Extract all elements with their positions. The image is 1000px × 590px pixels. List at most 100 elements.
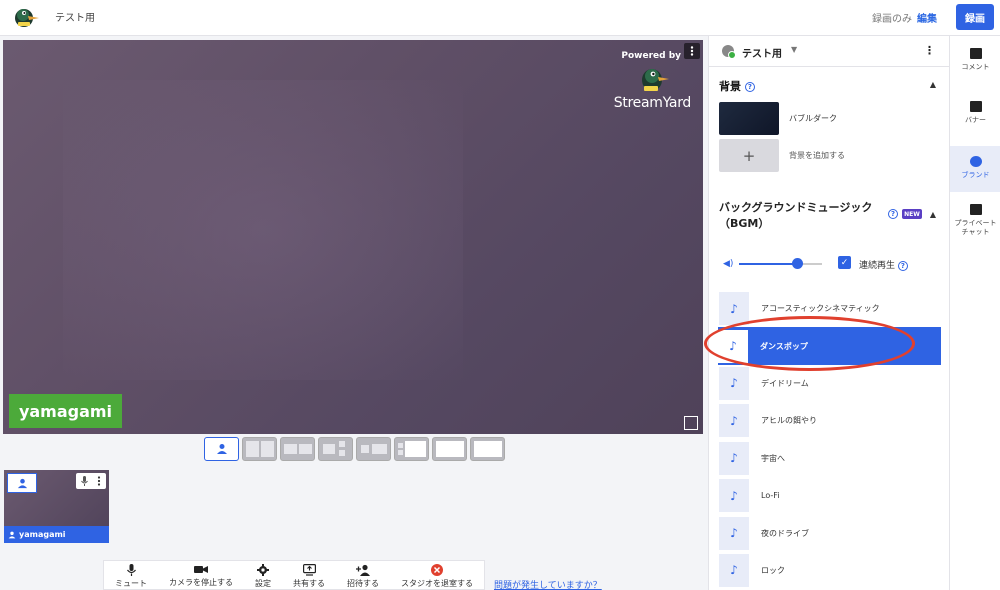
mute-label: ミュート xyxy=(115,579,147,588)
more-vertical-icon[interactable]: ⋮ xyxy=(924,44,935,57)
camera-icon xyxy=(194,566,208,573)
leave-studio-button[interactable]: スタジオを退室する xyxy=(401,564,473,589)
screen-share-icon xyxy=(302,564,316,576)
more-vertical-icon[interactable] xyxy=(97,476,101,486)
new-badge: NEW xyxy=(902,209,922,219)
bgm-track-item[interactable]: ♪ デイドリーム xyxy=(719,365,941,402)
tile-controls xyxy=(76,473,106,489)
bgm-track-item[interactable]: ♪ 夜のドライブ xyxy=(719,514,941,551)
bgm-title-line2: （BGM） xyxy=(719,217,770,230)
on-stage-indicator[interactable] xyxy=(7,473,37,493)
stop-camera-button[interactable]: カメラを停止する xyxy=(169,564,233,588)
background-title: 背景 xyxy=(719,80,741,93)
help-icon[interactable]: ? xyxy=(744,82,755,92)
bgm-track-name: Lo-Fi xyxy=(761,491,780,501)
participant-label: yamagami xyxy=(4,526,109,543)
gear-icon xyxy=(257,564,269,576)
studio-title: テスト用 xyxy=(55,13,95,24)
music-note-icon: ♪ xyxy=(719,404,749,438)
invite-button[interactable]: 招待する xyxy=(347,564,379,589)
participant-preview-tile[interactable]: yamagami xyxy=(4,470,109,543)
rail-private-chat-button[interactable]: プライベートチャット xyxy=(950,204,1000,244)
bgm-track-item[interactable]: ♪ 宇宙へ xyxy=(719,440,941,477)
streamyard-duck-logo-icon[interactable] xyxy=(12,5,40,29)
mute-button[interactable]: ミュート xyxy=(115,564,147,589)
layout-sidebar-button[interactable] xyxy=(394,437,429,461)
person-icon xyxy=(17,478,27,488)
bgm-title-line1: バックグラウンドミュージック xyxy=(719,201,873,214)
layout-pip-button[interactable] xyxy=(432,437,467,461)
background-section-header[interactable]: 背景 ? xyxy=(719,78,755,94)
layout-screen-person-button[interactable] xyxy=(356,437,391,461)
share-button[interactable]: 共有する xyxy=(293,564,325,589)
bottom-toolbar: ミュート カメラを停止する 設定 共有する 招待する スタジオを退室する xyxy=(103,560,485,590)
bgm-track-name: 夜のドライブ xyxy=(761,528,809,538)
rail-comments-label: コメント xyxy=(961,63,990,71)
rail-comments-button[interactable]: コメント xyxy=(950,48,1000,90)
bgm-track-name: ロック xyxy=(761,565,785,575)
add-background-label: 背景を追加する xyxy=(789,151,845,160)
duck-logo-icon xyxy=(642,69,669,91)
bgm-track-name: アヒルの餌やり xyxy=(761,416,817,426)
edit-link[interactable]: 編集 xyxy=(917,10,937,25)
music-note-icon: ♪ xyxy=(719,479,749,513)
help-icon[interactable]: ? xyxy=(897,260,908,271)
participant-name: yamagami xyxy=(19,530,66,539)
add-person-icon xyxy=(356,564,370,576)
problem-help-link[interactable]: 問題が発生していますか？ xyxy=(494,578,602,590)
bgm-track-name: デイドリーム xyxy=(761,378,809,388)
rail-private-chat-label: プライベートチャット xyxy=(954,219,997,236)
fullscreen-icon[interactable] xyxy=(684,416,698,430)
layout-grid-2-button[interactable] xyxy=(242,437,277,461)
bgm-track-item[interactable]: ♪ アヒルの餌やり xyxy=(719,402,941,439)
background-name: バブルダーク xyxy=(789,114,837,123)
leave-icon xyxy=(431,564,443,576)
bgm-track-list: ♪ アコースティックシネマティック ♪ ダンスポップ ♪ デイドリーム ♪ アヒルの餌やり ♪ 宇… xyxy=(718,290,941,589)
person-icon xyxy=(217,444,227,454)
rail-banners-label: バナー xyxy=(965,116,986,124)
music-note-icon: ♪ xyxy=(719,553,749,587)
record-button[interactable]: 録画 xyxy=(956,4,994,30)
music-note-icon: ♪ xyxy=(719,292,749,326)
bgm-track-item[interactable]: ♪ ダンスポップ xyxy=(718,327,941,365)
settings-label: 設定 xyxy=(255,579,271,588)
settings-button[interactable]: 設定 xyxy=(255,564,271,589)
brand-selector[interactable]: テスト用 ▼ ⋮ xyxy=(709,36,950,67)
bgm-section-header[interactable]: バックグラウンドミュージック （BGM） xyxy=(719,200,872,232)
music-note-icon: ♪ xyxy=(719,441,749,475)
invite-label: 招待する xyxy=(347,579,379,588)
mic-icon[interactable] xyxy=(80,476,88,486)
stop-camera-label: カメラを停止する xyxy=(169,578,233,587)
music-note-icon: ♪ xyxy=(719,516,749,550)
mic-icon xyxy=(126,564,136,576)
name-tag: yamagami xyxy=(9,394,122,428)
brand-panel: テスト用 ▼ ⋮ 背景 ? ▲ バブルダーク + 背景を追加する バックグラウン… xyxy=(708,36,950,590)
layout-fullscreen-button[interactable] xyxy=(470,437,505,461)
chevron-down-icon[interactable]: ▼ xyxy=(791,45,797,54)
person-icon xyxy=(8,531,16,538)
layout-thin-button[interactable] xyxy=(318,437,353,461)
volume-icon[interactable]: ◀) xyxy=(723,259,733,269)
streamyard-watermark: StreamYard xyxy=(611,64,691,112)
bgm-track-item[interactable]: ♪ ロック xyxy=(719,552,941,589)
share-label: 共有する xyxy=(293,579,325,588)
top-bar: テスト用 録画のみ 編集 録画 xyxy=(0,0,1000,36)
layout-solo-button[interactable] xyxy=(204,437,239,461)
powered-by-label: Powered by xyxy=(621,51,681,61)
bgm-track-item[interactable]: ♪ Lo-Fi xyxy=(719,477,941,514)
layout-side-by-side-button[interactable] xyxy=(280,437,315,461)
background-thumbnail[interactable] xyxy=(719,102,779,135)
help-icon[interactable]: ? xyxy=(888,209,898,219)
record-only-label: 録画のみ xyxy=(872,14,912,25)
chat-icon xyxy=(969,204,982,215)
chevron-up-icon[interactable]: ▲ xyxy=(930,80,936,89)
chevron-up-icon[interactable]: ▲ xyxy=(930,210,936,219)
rail-brand-button[interactable]: ブランド xyxy=(950,146,1000,192)
stage-more-icon[interactable] xyxy=(684,43,700,59)
add-background-button[interactable]: + xyxy=(719,139,779,172)
volume-slider-handle[interactable] xyxy=(792,258,804,269)
loop-checkbox[interactable]: ✓ xyxy=(838,256,851,269)
rail-banners-button[interactable]: バナー xyxy=(950,101,1000,143)
brand-name: テスト用 xyxy=(742,49,782,60)
bgm-track-item[interactable]: ♪ アコースティックシネマティック xyxy=(719,290,941,327)
